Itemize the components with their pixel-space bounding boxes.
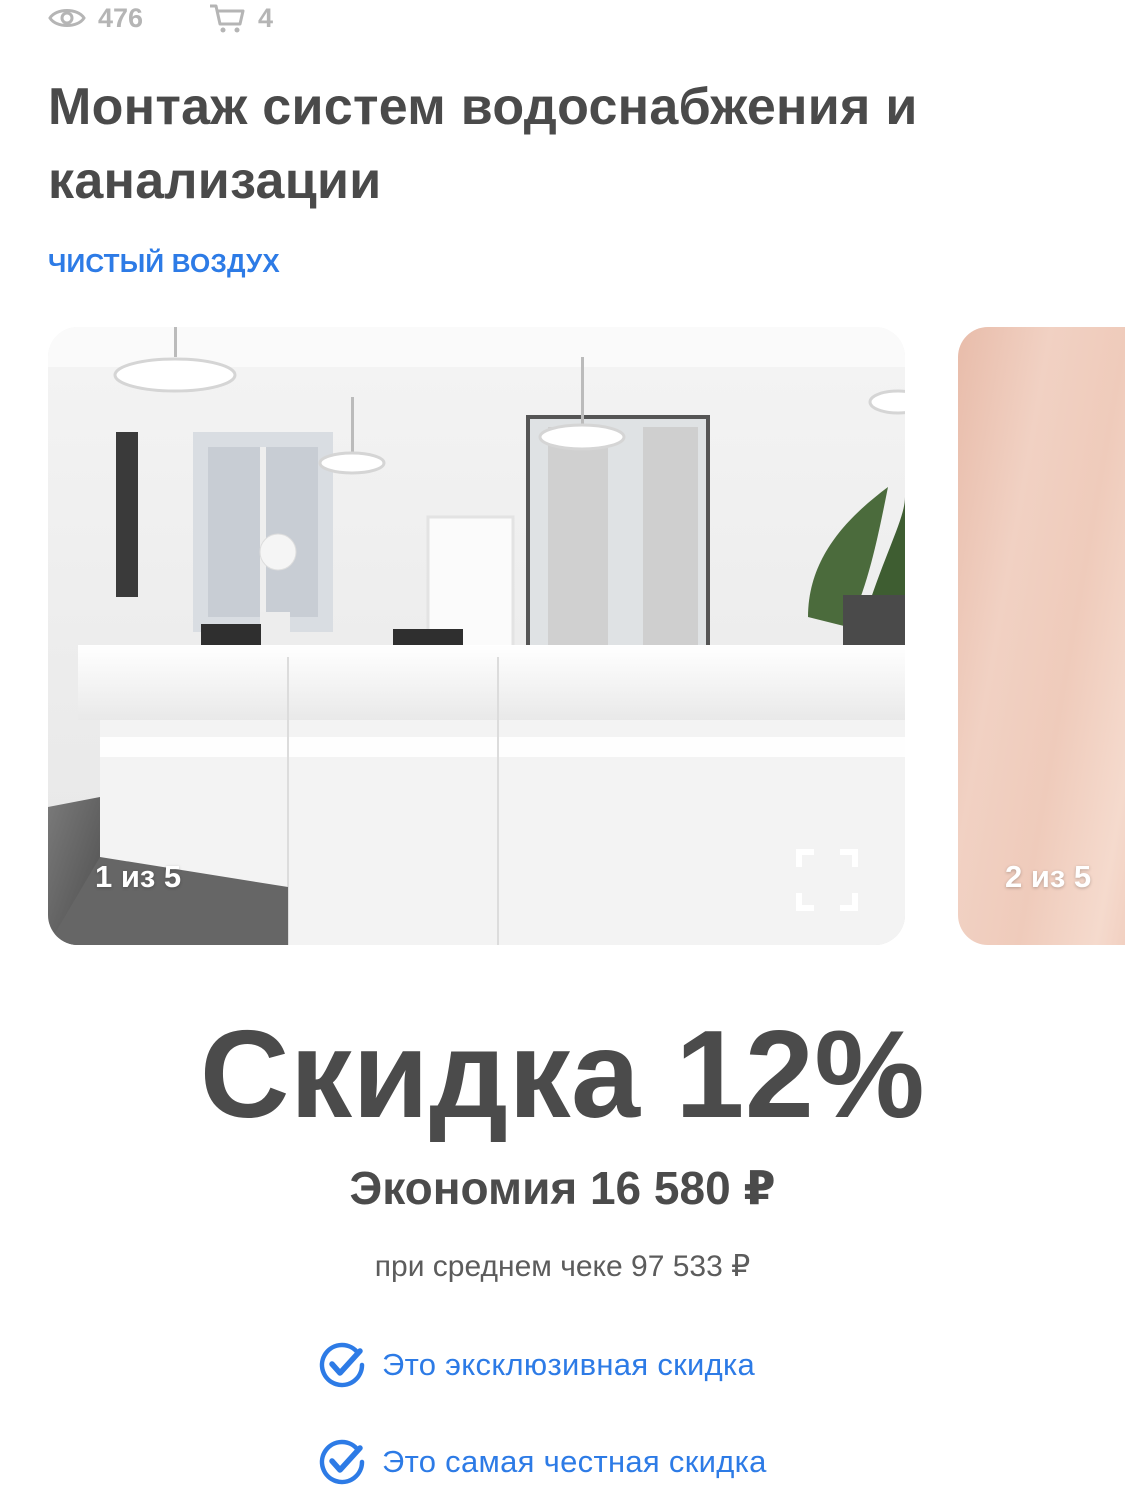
slide-counter: 1 из 5 <box>95 859 182 894</box>
views-count: 476 <box>98 2 144 33</box>
checkmark-badge-icon <box>316 1339 382 1391</box>
gallery-slide-1[interactable]: 1 из 5 <box>48 327 905 945</box>
views-stat: 476 <box>48 3 208 34</box>
fullscreen-icon <box>796 849 858 911</box>
gallery-slide-2[interactable]: 2 из 5 <box>958 327 1125 945</box>
stats-bar: 476 4 <box>48 0 273 36</box>
cart-stat: 4 <box>208 2 273 34</box>
benefit-link[interactable]: Это эксклюзивная скидка <box>382 1347 755 1383</box>
benefit-honest[interactable]: Это самая честная скидка <box>316 1436 767 1488</box>
average-check: при среднем чеке 97 533 ₽ <box>374 1250 751 1283</box>
checkmark-badge-icon <box>316 1436 382 1488</box>
eye-icon <box>48 6 98 30</box>
slide-counter: 2 из 5 <box>1005 859 1092 894</box>
benefit-link[interactable]: Это самая честная скидка <box>382 1444 767 1480</box>
cart-icon <box>208 2 258 34</box>
image-gallery[interactable]: 1 из 5 2 из 5 <box>48 327 1125 945</box>
fullscreen-button[interactable] <box>796 849 858 911</box>
cart-count: 4 <box>258 2 274 33</box>
discount-title: Скидка 12% <box>199 1006 926 1144</box>
company-link[interactable]: ЧИСТЫЙ ВОЗДУХ <box>48 248 280 279</box>
reception-photo <box>48 327 905 945</box>
benefit-exclusive[interactable]: Это эксклюзивная скидка <box>316 1339 755 1391</box>
offer-title: Монтаж систем водоснабжения и канализаци… <box>48 78 918 210</box>
savings-amount: Экономия 16 580 ₽ <box>349 1162 776 1214</box>
